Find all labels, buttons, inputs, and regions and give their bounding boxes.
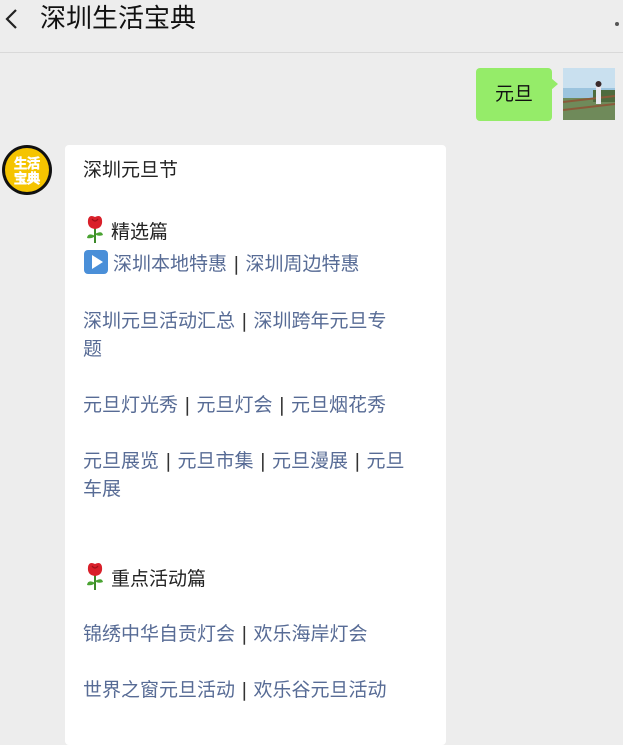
link-exhibitions[interactable]: 元旦展览 xyxy=(83,450,159,472)
row-deals: 深圳本地特惠 | 深圳周边特惠 xyxy=(83,249,360,278)
link-nearby-deals[interactable]: 深圳周边特惠 xyxy=(246,253,360,275)
link-happy-coast-lanterns[interactable]: 欢乐海岸灯会 xyxy=(254,623,368,645)
rose-icon xyxy=(87,563,103,590)
row-parks: 世界之窗元旦活动 | 欢乐谷元旦活动 xyxy=(83,676,387,704)
link-light-show[interactable]: 元旦灯光秀 xyxy=(83,394,178,416)
top-bar: 深圳生活宝典 xyxy=(0,0,623,53)
link-splendid-china-lanterns[interactable]: 锦绣中华自贡灯会 xyxy=(83,623,235,645)
row-exhibitions: 元旦展览 | 元旦市集 | 元旦漫展 | 元旦 xyxy=(83,447,405,475)
link-countdown-special[interactable]: 深圳跨年元旦专 xyxy=(254,310,387,332)
row-lanterns: 锦绣中华自贡灯会 | 欢乐海岸灯会 xyxy=(83,620,368,648)
bot-avatar[interactable]: 生活 宝典 xyxy=(1,144,53,196)
section-title-featured: 精选篇 xyxy=(83,214,168,246)
separator: | xyxy=(278,394,285,416)
play-button-icon xyxy=(84,250,108,274)
separator: | xyxy=(259,450,266,472)
section-title-key-events: 重点活动篇 xyxy=(83,561,206,593)
link-car-show[interactable]: 元旦 xyxy=(367,450,405,472)
link-new-year-events[interactable]: 深圳元旦活动汇总 xyxy=(83,310,235,332)
link-fireworks[interactable]: 元旦烟花秀 xyxy=(291,394,386,416)
separator: | xyxy=(241,623,248,645)
page-title: 深圳生活宝典 xyxy=(40,4,197,34)
separator: | xyxy=(241,310,248,332)
link-window-of-world[interactable]: 世界之窗元旦活动 xyxy=(83,679,235,701)
separator: | xyxy=(165,450,172,472)
separator: | xyxy=(233,253,240,275)
row-shows: 元旦灯光秀 | 元旦灯会 | 元旦烟花秀 xyxy=(83,391,386,419)
link-markets[interactable]: 元旦市集 xyxy=(178,450,254,472)
link-comic-expo[interactable]: 元旦漫展 xyxy=(272,450,348,472)
section1-title-text: 精选篇 xyxy=(111,221,169,243)
user-avatar[interactable] xyxy=(563,68,615,120)
link-car-show-cont[interactable]: 车展 xyxy=(83,475,121,503)
back-chevron-icon[interactable] xyxy=(2,7,22,31)
link-happy-valley[interactable]: 欢乐谷元旦活动 xyxy=(254,679,387,701)
link-lantern-fair[interactable]: 元旦灯会 xyxy=(197,394,273,416)
rose-icon xyxy=(87,216,103,243)
more-icon[interactable] xyxy=(615,22,619,26)
sent-message-bubble[interactable]: 元旦 xyxy=(476,68,558,121)
bot-avatar-text-top: 生活 xyxy=(14,156,40,172)
bot-avatar-text-bottom: 宝典 xyxy=(14,171,40,187)
separator: | xyxy=(241,679,248,701)
link-local-deals[interactable]: 深圳本地特惠 xyxy=(113,253,227,275)
separator: | xyxy=(184,394,191,416)
separator: | xyxy=(354,450,361,472)
bot-avatar-logo-icon: 生活 宝典 xyxy=(2,145,52,195)
row-events: 深圳元旦活动汇总 | 深圳跨年元旦专 xyxy=(83,307,387,335)
link-countdown-special-cont[interactable]: 题 xyxy=(83,335,102,363)
card-heading: 深圳元旦节 xyxy=(83,159,179,181)
user-avatar-photo-icon xyxy=(563,68,615,120)
message-card: 深圳元旦节 精选篇 深圳本地特惠 | 深圳周边特惠 深圳元旦活动汇总 | 深圳跨… xyxy=(65,145,446,745)
section2-title-text: 重点活动篇 xyxy=(111,568,207,590)
